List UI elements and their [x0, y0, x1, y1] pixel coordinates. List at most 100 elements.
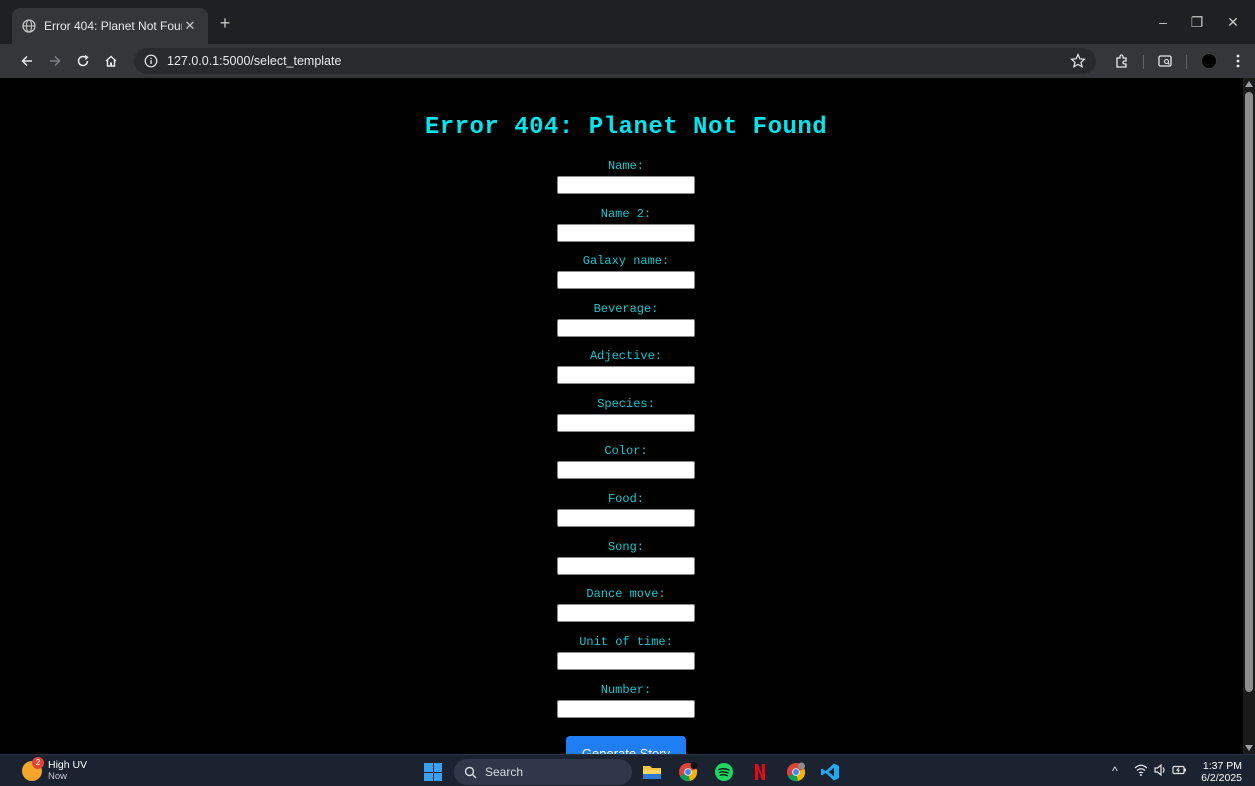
number-input[interactable] — [557, 700, 695, 718]
galaxy-name-input[interactable] — [557, 271, 695, 289]
taskbar-file-explorer[interactable] — [641, 761, 663, 783]
new-tab-button[interactable]: + — [214, 13, 236, 35]
field-label: Food: — [607, 492, 644, 506]
taskbar-vscode[interactable] — [819, 761, 841, 783]
scroll-up-icon[interactable] — [1245, 81, 1253, 87]
name-2-input[interactable] — [557, 224, 695, 242]
kebab-menu-icon — [1236, 54, 1240, 68]
menu-button[interactable] — [1229, 52, 1247, 70]
windows-taskbar: 2 High UV Now Search ^ 1:37 PM 6/2/2025 — [0, 754, 1255, 786]
field-label: Number: — [600, 683, 652, 697]
info-icon[interactable] — [144, 54, 158, 68]
vscode-icon — [821, 763, 839, 781]
field-dance-move: Dance move: — [557, 587, 695, 622]
windows-logo-icon — [424, 772, 433, 781]
side-panel-button[interactable] — [1156, 52, 1174, 70]
arrow-left-icon — [21, 55, 32, 67]
browser-tab-strip: Error 404: Planet Not Found ✕ + – ❐ ✕ — [0, 0, 1255, 44]
field-name: Name: — [557, 159, 695, 194]
taskbar-spotify[interactable] — [713, 761, 735, 783]
field-song: Song: — [557, 540, 695, 575]
speaker-icon — [1154, 763, 1165, 777]
song-input[interactable] — [557, 557, 695, 575]
field-galaxy-name: Galaxy name: — [557, 254, 695, 289]
restore-button[interactable]: ❐ — [1182, 10, 1212, 34]
taskbar-chrome-profile[interactable] — [785, 761, 807, 783]
windows-logo-icon — [433, 772, 442, 781]
adjective-input[interactable] — [557, 366, 695, 384]
field-name-2: Name 2: — [557, 207, 695, 242]
name-input[interactable] — [557, 176, 695, 194]
field-label: Species: — [597, 397, 655, 411]
bookmark-star-icon[interactable] — [1070, 53, 1086, 69]
minimize-button[interactable]: – — [1148, 10, 1178, 34]
puzzle-icon — [1116, 54, 1127, 68]
field-adjective: Adjective: — [557, 349, 695, 384]
folder-icon — [643, 766, 661, 779]
url-input[interactable] — [167, 54, 967, 68]
browser-tab[interactable]: Error 404: Planet Not Found ✕ — [12, 8, 208, 44]
profile-avatar[interactable] — [1201, 53, 1217, 69]
reload-icon — [77, 54, 89, 67]
close-window-button[interactable]: ✕ — [1218, 10, 1248, 34]
arrow-right-icon — [50, 55, 61, 67]
home-icon — [105, 55, 117, 67]
browser-toolbar — [0, 44, 1255, 78]
field-label: Unit of time: — [579, 635, 673, 649]
field-label: Beverage: — [593, 302, 659, 316]
field-number: Number: — [557, 683, 695, 718]
taskbar-search[interactable]: Search — [454, 759, 632, 785]
beverage-input[interactable] — [557, 319, 695, 337]
field-food: Food: — [557, 492, 695, 527]
wifi-icon — [1134, 764, 1148, 776]
page-scrollbar[interactable] — [1243, 78, 1255, 754]
tray-network[interactable] — [1134, 763, 1148, 780]
unit-of-time-input[interactable] — [557, 652, 695, 670]
battery-icon — [1172, 765, 1186, 775]
taskbar-netflix[interactable] — [749, 761, 771, 783]
field-beverage: Beverage: — [557, 302, 695, 337]
dance-move-input[interactable] — [557, 604, 695, 622]
clock-time: 1:37 PM — [1202, 760, 1242, 772]
chrome-icon — [787, 762, 806, 782]
field-label: Adjective: — [589, 349, 662, 363]
home-button[interactable] — [100, 50, 122, 72]
netflix-icon — [755, 764, 765, 780]
weather-widget[interactable]: 2 High UV Now — [22, 757, 88, 782]
address-bar[interactable] — [134, 48, 1096, 74]
color-input[interactable] — [557, 461, 695, 479]
field-label: Dance move: — [586, 587, 666, 601]
field-label: Galaxy name: — [582, 254, 670, 268]
sun-icon: 2 — [22, 757, 44, 781]
start-button[interactable] — [424, 763, 442, 781]
species-input[interactable] — [557, 414, 695, 432]
field-label: Color: — [604, 444, 648, 458]
globe-icon — [22, 19, 36, 33]
weather-title: High UV — [48, 759, 88, 771]
tray-battery[interactable] — [1172, 763, 1187, 780]
reload-button[interactable] — [72, 50, 94, 72]
weather-subtitle: Now — [48, 771, 68, 782]
toolbar-divider — [1143, 55, 1144, 69]
search-label: Search — [485, 765, 524, 779]
field-label: Name: — [607, 159, 644, 173]
toolbar-divider — [1186, 55, 1187, 69]
tray-overflow-icon[interactable]: ^ — [1112, 764, 1118, 778]
extensions-button[interactable] — [1113, 52, 1131, 70]
back-button[interactable] — [16, 50, 38, 72]
taskbar-clock[interactable]: 1:37 PM 6/2/2025 — [1186, 760, 1242, 784]
forward-button[interactable] — [44, 50, 66, 72]
field-unit-of-time: Unit of time: — [557, 635, 695, 670]
tray-volume[interactable] — [1153, 763, 1167, 780]
taskbar-chrome[interactable] — [677, 761, 699, 783]
notification-badge: 2 — [32, 757, 44, 769]
scroll-down-icon[interactable] — [1245, 745, 1253, 751]
scroll-thumb[interactable] — [1245, 92, 1253, 692]
field-label: Song: — [607, 540, 644, 554]
field-label: Name 2: — [600, 207, 652, 221]
generate-story-button[interactable]: Generate Story — [566, 736, 686, 754]
spotify-icon — [715, 763, 733, 781]
search-icon — [464, 766, 477, 778]
food-input[interactable] — [557, 509, 695, 527]
close-tab-icon[interactable]: ✕ — [182, 18, 198, 34]
